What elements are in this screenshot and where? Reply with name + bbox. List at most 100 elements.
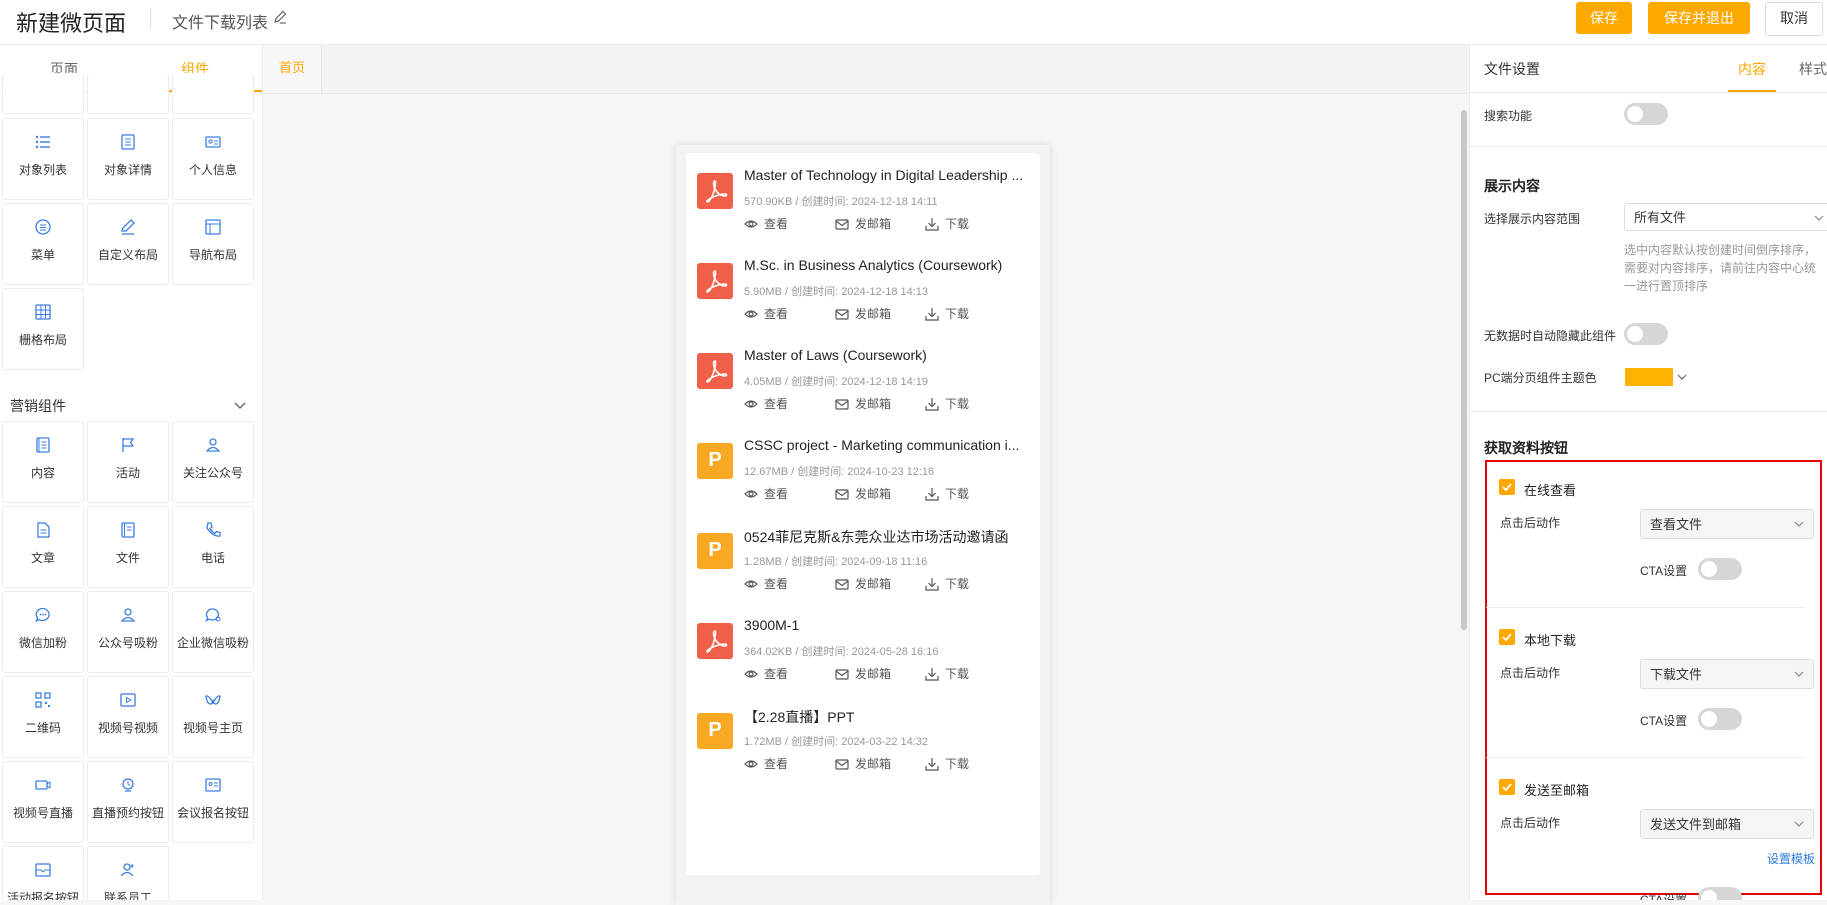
email-action[interactable]: 发邮箱 (835, 395, 891, 412)
component-channel-video[interactable]: 视频号视频 (87, 676, 169, 758)
chevron-down-icon[interactable] (1676, 371, 1688, 383)
file-card[interactable]: P CSSC project - Marketing communication … (686, 423, 1040, 515)
download-action[interactable]: 下载 (925, 485, 969, 502)
component-object-list[interactable]: 对象列表 (2, 118, 84, 200)
component-qrcode[interactable]: 二维码 (2, 676, 84, 758)
view-label: 查看 (764, 667, 789, 681)
component-wechat-fans[interactable]: 微信加粉 (2, 591, 84, 673)
download-action[interactable]: 下载 (925, 395, 969, 412)
component-account-fans[interactable]: 公众号吸粉 (87, 591, 169, 673)
chevron-down-icon (1794, 821, 1804, 827)
tab-content[interactable]: 内容 (1738, 59, 1766, 79)
view-action[interactable]: 查看 (744, 485, 788, 502)
eye-icon (744, 310, 758, 318)
theme-color-swatch[interactable] (1625, 368, 1673, 386)
local-download-action-select[interactable]: 下载文件 (1640, 659, 1814, 689)
mail-icon (835, 579, 849, 590)
component-channel-home[interactable]: 视频号主页 (172, 676, 254, 758)
component-menu[interactable]: 菜单 (2, 203, 84, 285)
online-view-cta-toggle[interactable] (1698, 558, 1742, 580)
component-wecom-fans[interactable]: 企业微信吸粉 (172, 591, 254, 673)
email-action[interactable]: 发邮箱 (835, 755, 891, 772)
online-view-action-select[interactable]: 查看文件 (1640, 509, 1814, 539)
file-title: 3900M-1 (744, 617, 800, 633)
email-action[interactable]: 发邮箱 (835, 575, 891, 592)
component-content[interactable]: 内容 (2, 421, 84, 503)
component-follow-account[interactable]: 关注公众号 (172, 421, 254, 503)
download-label: 下载 (945, 487, 970, 501)
send-email-checkbox[interactable] (1499, 779, 1515, 795)
view-action[interactable]: 查看 (744, 755, 788, 772)
email-label: 发邮箱 (855, 757, 892, 771)
marketing-section-title: 营销组件 (10, 398, 66, 414)
download-action[interactable]: 下载 (925, 665, 969, 682)
file-card[interactable]: M.Sc. in Business Analytics (Coursework)… (686, 243, 1040, 335)
component-activity[interactable]: 活动 (87, 421, 169, 503)
local-download-checkbox[interactable] (1499, 629, 1515, 645)
tab-home-page[interactable]: 首页 (263, 45, 322, 93)
component-meeting-signup[interactable]: 会议报名按钮 (172, 761, 254, 843)
local-download-cta-toggle[interactable] (1698, 708, 1742, 730)
phone-icon (206, 522, 221, 537)
download-action[interactable]: 下载 (925, 755, 969, 772)
save-button[interactable]: 保存 (1576, 2, 1632, 34)
action-label: 点击后动作 (1500, 666, 1561, 680)
section-divider (1470, 146, 1827, 147)
download-action[interactable]: 下载 (925, 305, 969, 322)
email-action[interactable]: 发邮箱 (835, 665, 891, 682)
mail-icon (835, 489, 849, 500)
download-action[interactable]: 下载 (925, 215, 969, 232)
chevron-down-icon[interactable] (233, 398, 247, 412)
component-live-reserve[interactable]: 直播预约按钮 (87, 761, 169, 843)
view-action[interactable]: 查看 (744, 395, 788, 412)
view-action[interactable]: 查看 (744, 305, 788, 322)
file-title: 【2.28直播】PPT (744, 709, 855, 725)
view-action[interactable]: 查看 (744, 215, 788, 232)
component-nav-layout[interactable]: 导航布局 (172, 203, 254, 285)
component-phone[interactable]: 电话 (172, 506, 254, 588)
file-card[interactable]: P 0524菲尼克斯&东莞众业达市场活动邀请函 1.28MB / 创建时间: 202… (686, 513, 1040, 605)
file-card[interactable]: P 【2.28直播】PPT 1.72MB / 创建时间: 2024-03-22 14… (686, 693, 1040, 785)
email-action[interactable]: 发邮箱 (835, 215, 891, 232)
component-article[interactable]: 文章 (2, 506, 84, 588)
cta-label: CTA设置 (1640, 564, 1688, 578)
file-card[interactable]: 3900M-1 364.02KB / 创建时间: 2024-05-28 16:16… (686, 603, 1040, 695)
component-label: 企业微信吸粉 (176, 636, 249, 650)
section-divider (1470, 411, 1827, 412)
cancel-button[interactable]: 取消 (1765, 2, 1823, 36)
component-personal-info[interactable]: 个人信息 (172, 118, 254, 200)
autohide-toggle[interactable] (1624, 323, 1668, 345)
online-view-checkbox[interactable] (1499, 479, 1515, 495)
search-toggle[interactable] (1624, 103, 1668, 125)
wechat-icon (35, 607, 50, 623)
component-label: 视频号主页 (182, 721, 243, 735)
component-channel-live[interactable]: 视频号直播 (2, 761, 84, 843)
component-file[interactable]: 文件 (87, 506, 169, 588)
send-email-action-select[interactable]: 发送文件到邮箱 (1640, 809, 1814, 839)
component-contact-staff[interactable]: 联系员工 (87, 846, 169, 900)
view-action[interactable]: 查看 (744, 665, 788, 682)
component-grid-layout[interactable]: 栅格布局 (2, 288, 84, 370)
send-email-cta-toggle[interactable] (1698, 887, 1742, 900)
download-label: 下载 (945, 667, 970, 681)
pdf-icon (706, 360, 728, 383)
view-action[interactable]: 查看 (744, 575, 788, 592)
save-exit-button[interactable]: 保存并退出 (1648, 2, 1750, 34)
file-card[interactable]: Master of Laws (Coursework) 4.05MB / 创建时间… (686, 333, 1040, 425)
component-activity-signup[interactable]: 活动报名按钮 (2, 846, 84, 900)
range-label: 选择展示内容范围 (1484, 212, 1581, 226)
file-card[interactable]: Master of Technology in Digital Leadersh… (686, 153, 1040, 245)
email-action[interactable]: 发邮箱 (835, 305, 891, 322)
mail-icon (835, 759, 849, 770)
tab-style[interactable]: 样式 (1799, 59, 1827, 79)
range-select[interactable]: 所有文件 (1624, 203, 1827, 231)
set-template-link[interactable]: 设置模板 (1767, 850, 1815, 867)
canvas-scrollbar[interactable] (1461, 110, 1467, 630)
edit-icon[interactable] (272, 9, 288, 25)
component-custom-layout[interactable]: 自定义布局 (87, 203, 169, 285)
range-hint: 选中内容默认按创建时间倒序排序，需要对内容排序，请前往内容中心统一进行置顶排序 (1624, 243, 1817, 293)
component-label: 活动报名按钮 (6, 891, 79, 900)
download-action[interactable]: 下载 (925, 575, 969, 592)
email-action[interactable]: 发邮箱 (835, 485, 891, 502)
component-object-detail[interactable]: 对象详情 (87, 118, 169, 200)
